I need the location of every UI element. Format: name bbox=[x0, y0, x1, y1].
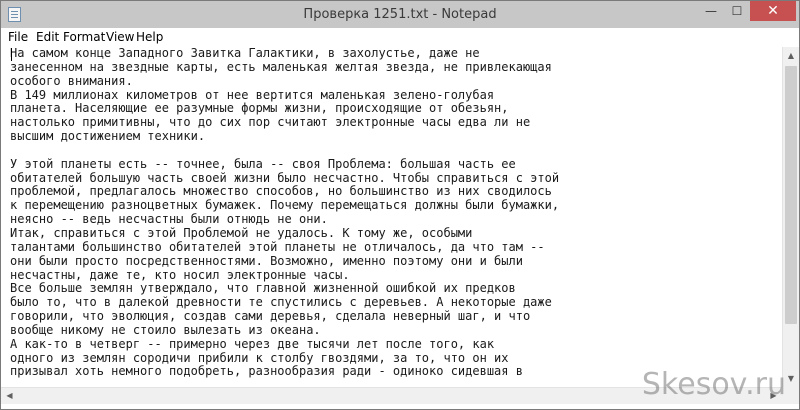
menu-file[interactable]: File bbox=[8, 30, 28, 44]
maximize-button[interactable]: ☐ bbox=[724, 1, 750, 21]
scroll-up-arrow-icon[interactable]: ▲ bbox=[783, 47, 799, 64]
close-button[interactable]: ✕ bbox=[750, 1, 796, 21]
text-caret bbox=[11, 48, 12, 61]
vertical-scroll-thumb[interactable] bbox=[785, 66, 797, 324]
menu-format[interactable]: Format bbox=[63, 30, 105, 44]
scroll-left-arrow-icon[interactable]: ◀ bbox=[1, 388, 18, 404]
text-editor-area[interactable]: На самом конце Западного Завитка Галакти… bbox=[1, 47, 782, 387]
watermark-logo: Skesov.ru bbox=[641, 367, 786, 402]
document-text[interactable]: На самом конце Западного Завитка Галакти… bbox=[10, 47, 559, 379]
menu-edit[interactable]: Edit bbox=[36, 30, 59, 44]
notepad-window: Проверка 1251.txt - Notepad — ☐ ✕ File E… bbox=[0, 0, 800, 410]
window-title: Проверка 1251.txt - Notepad bbox=[303, 7, 497, 22]
menu-help[interactable]: Help bbox=[136, 30, 163, 44]
menu-bar: File Edit Format View Help bbox=[1, 28, 799, 48]
vertical-scrollbar[interactable]: ▲ ▼ bbox=[782, 47, 799, 387]
title-bar[interactable]: Проверка 1251.txt - Notepad — ☐ ✕ bbox=[1, 1, 799, 28]
minimize-button[interactable]: — bbox=[698, 1, 724, 21]
menu-view[interactable]: View bbox=[106, 30, 134, 44]
